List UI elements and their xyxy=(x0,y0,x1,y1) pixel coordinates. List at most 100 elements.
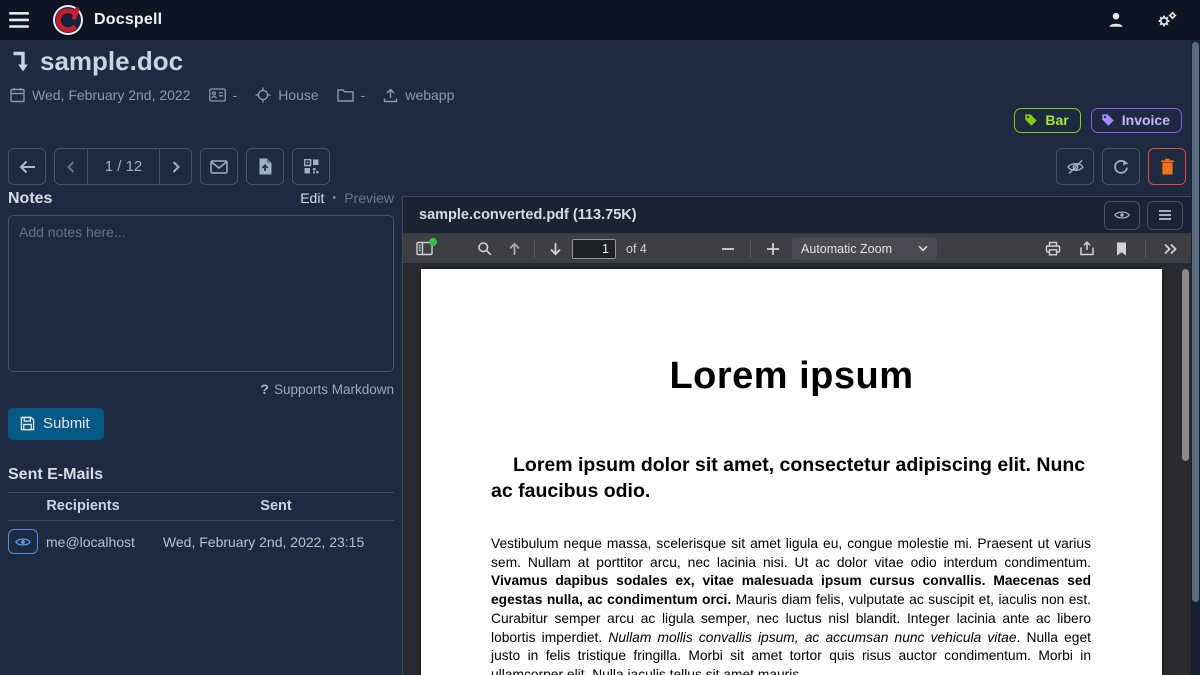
attachment-menu-button[interactable] xyxy=(1147,201,1183,230)
delete-item-button[interactable] xyxy=(1148,148,1186,185)
pdf-scrollbar-thumb[interactable] xyxy=(1182,269,1189,461)
eye-icon xyxy=(1114,209,1130,221)
double-chevron-right-icon xyxy=(1163,243,1177,255)
folder-icon xyxy=(337,88,354,102)
item-toolbar: 1 / 12 xyxy=(8,148,1186,186)
pdf-more-tools-button[interactable] xyxy=(1157,237,1183,261)
address-card-icon xyxy=(209,88,226,102)
attachment-panel: sample.converted.pdf (113.75K) xyxy=(402,196,1191,675)
prev-page-button[interactable] xyxy=(55,149,87,184)
item-date: Wed, February 2nd, 2022 xyxy=(10,87,191,103)
page-scrollbar-thumb[interactable] xyxy=(1192,42,1199,602)
tag-invoice[interactable]: Invoice xyxy=(1091,108,1182,133)
pdf-toolbar: of 4 Automatic Zoom xyxy=(403,234,1191,264)
pdf-print-button[interactable] xyxy=(1040,237,1066,261)
pdf-download-button[interactable] xyxy=(1074,237,1100,261)
submit-notes-button[interactable]: Submit xyxy=(8,408,104,440)
eye-icon xyxy=(15,536,31,548)
file-upload-icon xyxy=(258,158,272,175)
item-concerning: House xyxy=(255,87,318,103)
table-row: me@localhost Wed, February 2nd, 2022, 23… xyxy=(8,521,394,562)
settings-cogs-icon[interactable] xyxy=(1152,6,1180,34)
crosshair-icon xyxy=(255,87,271,103)
pdf-doc-body: Vestibulum neque massa, scelerisque sit … xyxy=(491,535,1091,675)
minus-icon xyxy=(722,248,734,250)
chevron-down-icon xyxy=(918,245,928,252)
arrow-left-icon xyxy=(19,160,36,174)
sidebar-notification-dot xyxy=(429,238,437,246)
pdf-zoom-in-button[interactable] xyxy=(760,237,786,261)
envelope-icon xyxy=(210,160,228,174)
item-detail-panel: Notes Edit • Preview ?Supports Markdown … xyxy=(0,190,402,675)
page-scrollbar[interactable] xyxy=(1191,40,1200,675)
view-mail-button[interactable] xyxy=(8,529,38,554)
tag-icon xyxy=(1024,113,1038,127)
pdf-page: Lorem ipsum Lorem ipsum dolor sit amet, … xyxy=(421,269,1162,675)
item-header: sample.doc Wed, February 2nd, 2022 - Hou… xyxy=(10,46,464,103)
add-files-button[interactable] xyxy=(246,148,284,185)
hide-item-button[interactable] xyxy=(1056,148,1094,185)
pdf-scrollbar[interactable] xyxy=(1182,267,1189,675)
notes-textarea[interactable] xyxy=(8,215,394,372)
tag-bar[interactable]: Bar xyxy=(1014,108,1080,133)
pdf-bookmark-button[interactable] xyxy=(1108,237,1134,261)
attachment-title: sample.converted.pdf (113.75K) xyxy=(419,207,1104,223)
notes-heading: Notes xyxy=(8,190,52,208)
dot-separator: • xyxy=(332,192,336,204)
mail-recipients: me@localhost xyxy=(46,534,135,550)
send-mail-button[interactable] xyxy=(200,148,238,185)
chevron-left-icon xyxy=(67,161,75,173)
notes-preview-link[interactable]: Preview xyxy=(344,190,394,206)
menu-bars-icon xyxy=(1158,209,1172,221)
pdf-sidebar-toggle-button[interactable] xyxy=(411,237,437,261)
docspell-logo xyxy=(52,4,84,36)
pdf-prev-page-button[interactable] xyxy=(501,237,527,261)
next-page-button[interactable] xyxy=(159,149,191,184)
question-icon: ? xyxy=(260,381,269,397)
printer-icon xyxy=(1045,241,1061,256)
pdf-page-input[interactable] xyxy=(572,239,616,259)
redo-icon xyxy=(1113,159,1129,175)
mail-sent-date: Wed, February 2nd, 2022, 23:15 xyxy=(163,534,364,550)
back-button[interactable] xyxy=(8,148,46,185)
pdf-doc-title: Lorem ipsum xyxy=(421,355,1162,398)
attachment-view-button[interactable] xyxy=(1104,201,1140,230)
refresh-button[interactable] xyxy=(1102,148,1140,185)
attachment-pagination: 1 / 12 xyxy=(54,148,192,185)
pdf-doc-subtitle: Lorem ipsum dolor sit amet, consectetur … xyxy=(491,453,1090,505)
notes-edit-link[interactable]: Edit xyxy=(300,190,324,206)
qr-code-button[interactable] xyxy=(292,148,330,185)
user-menu-icon[interactable] xyxy=(1102,6,1130,34)
pdf-viewer[interactable]: Lorem ipsum Lorem ipsum dolor sit amet, … xyxy=(403,265,1191,675)
attachment-header: sample.converted.pdf (113.75K) xyxy=(403,197,1191,234)
arrow-down-icon xyxy=(549,242,562,256)
tags-row: Bar Invoice xyxy=(1014,108,1182,133)
search-icon xyxy=(477,241,492,256)
trash-icon xyxy=(1160,158,1175,175)
column-header-recipients: Recipients xyxy=(8,498,158,514)
chevron-right-icon xyxy=(172,161,180,173)
column-header-sent: Sent xyxy=(158,498,394,514)
menu-hamburger-icon[interactable] xyxy=(0,0,38,40)
download-icon xyxy=(1079,241,1095,256)
item-folder: - xyxy=(337,87,366,103)
markdown-hint: ?Supports Markdown xyxy=(8,381,394,397)
level-down-arrow-icon xyxy=(10,50,30,74)
top-navbar: Docspell xyxy=(0,0,1200,40)
sent-emails-heading: Sent E-Mails xyxy=(8,466,394,484)
calendar-icon xyxy=(10,87,25,103)
eye-slash-icon xyxy=(1066,159,1085,175)
pdf-zoom-select[interactable]: Automatic Zoom xyxy=(792,238,937,260)
upload-icon xyxy=(383,88,398,103)
plus-icon xyxy=(767,243,779,255)
save-icon xyxy=(20,416,35,431)
pdf-page-total: of 4 xyxy=(626,242,647,256)
pdf-zoom-out-button[interactable] xyxy=(715,237,741,261)
qr-code-icon xyxy=(304,159,319,174)
pdf-next-page-button[interactable] xyxy=(542,237,568,261)
pdf-search-button[interactable] xyxy=(471,237,497,261)
pagination-label: 1 / 12 xyxy=(87,149,159,184)
app-title: Docspell xyxy=(94,11,162,29)
tag-icon xyxy=(1101,113,1115,127)
sent-emails-table: Recipients Sent me@localhost Wed, Februa… xyxy=(8,492,394,562)
